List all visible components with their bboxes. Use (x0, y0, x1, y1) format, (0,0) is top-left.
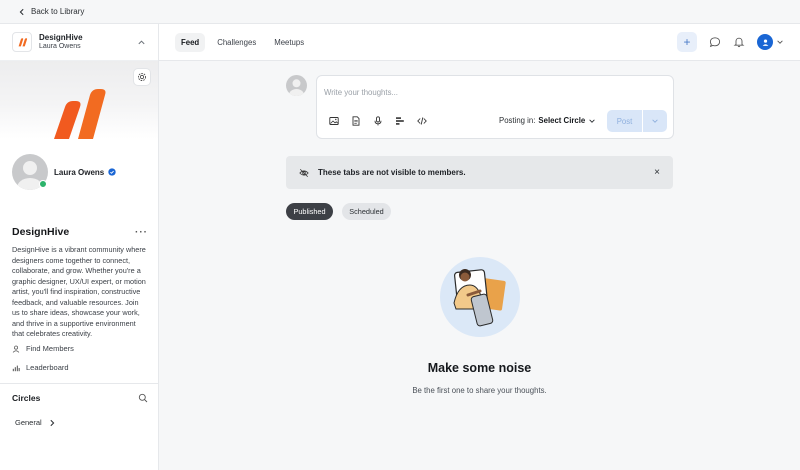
filter-scheduled[interactable]: Scheduled (342, 203, 391, 220)
profile-row[interactable]: Laura Owens (12, 154, 116, 190)
community-title: DesignHive (12, 226, 70, 238)
sidebar-divider (0, 383, 158, 384)
person-icon (12, 345, 20, 353)
post-button[interactable]: Post (607, 110, 642, 132)
owner-name: Laura Owens (39, 42, 81, 50)
user-avatar[interactable] (757, 34, 773, 50)
verified-badge-icon (108, 168, 116, 176)
eye-off-icon (299, 168, 309, 177)
chevron-left-icon (19, 8, 24, 15)
user-menu[interactable] (757, 34, 784, 50)
posting-prefix: Posting in: (499, 116, 536, 125)
community-switcher[interactable]: DesignHive Laura Owens (0, 24, 158, 61)
chevron-up-icon[interactable] (137, 38, 146, 47)
chevron-right-icon (50, 419, 55, 426)
microphone-icon[interactable] (373, 116, 383, 126)
settings-button[interactable] (133, 68, 151, 86)
tab-challenges[interactable]: Challenges (211, 33, 262, 52)
profile-name: Laura Owens (54, 167, 105, 177)
poll-icon[interactable] (395, 116, 405, 126)
more-options-button[interactable]: ··· (135, 227, 148, 238)
chevron-down-icon (589, 118, 595, 123)
online-status-dot (39, 180, 47, 188)
composer-toolbar (329, 116, 427, 126)
leaderboard-link[interactable]: Leaderboard (12, 363, 69, 372)
chevron-down-icon (777, 40, 783, 44)
community-banner (0, 61, 158, 139)
main-header: Feed Challenges Meetups + (159, 24, 800, 61)
composer-input[interactable]: Write your thoughts... (324, 88, 398, 97)
chevron-down-icon (652, 119, 658, 123)
circles-title: Circles (12, 393, 41, 403)
post-composer: Write your thoughts... Posting in: Selec… (316, 75, 674, 139)
document-icon[interactable] (351, 116, 361, 126)
empty-state-illustration (440, 257, 520, 337)
empty-state-title: Make some noise (427, 361, 532, 375)
circles-header: Circles (12, 393, 148, 403)
filter-published[interactable]: Published (286, 203, 333, 220)
top-bar: Back to Library (0, 0, 800, 24)
community-info: DesignHive ··· DesignHive is a vibrant c… (12, 226, 148, 340)
tab-bar: Feed Challenges Meetups (175, 32, 310, 52)
visibility-notice: These tabs are not visible to members. × (286, 156, 673, 189)
find-members-label: Find Members (26, 344, 74, 353)
community-logo (12, 32, 32, 52)
bell-icon[interactable] (733, 36, 745, 48)
find-members-link[interactable]: Find Members (12, 344, 74, 353)
create-button[interactable]: + (677, 32, 697, 52)
close-icon[interactable]: × (654, 167, 660, 178)
posting-value: Select Circle (538, 116, 586, 125)
composer-avatar (286, 75, 307, 96)
image-icon[interactable] (329, 116, 339, 126)
post-options-button[interactable] (643, 110, 667, 132)
circle-label: General (15, 418, 42, 427)
bar-chart-icon (12, 365, 20, 371)
community-description: DesignHive is a vibrant community where … (12, 245, 146, 338)
tab-meetups[interactable]: Meetups (268, 33, 310, 52)
code-icon[interactable] (417, 116, 427, 126)
empty-state-subtitle: Be the first one to share your thoughts. (412, 386, 547, 395)
tab-feed[interactable]: Feed (175, 32, 206, 52)
sidebar: DesignHive Laura Owens Laura Owens Desig… (0, 24, 159, 470)
designhive-logo-icon (18, 37, 27, 46)
default-avatar-icon (289, 79, 304, 96)
leaderboard-label: Leaderboard (26, 363, 69, 372)
back-to-library-link[interactable]: Back to Library (18, 7, 84, 16)
user-icon (762, 39, 768, 46)
notice-text: These tabs are not visible to members. (318, 168, 466, 177)
circle-selector[interactable]: Posting in: Select Circle (499, 116, 596, 125)
gear-icon (137, 72, 147, 82)
chat-icon[interactable] (709, 36, 721, 48)
back-label: Back to Library (31, 7, 85, 16)
search-icon[interactable] (138, 393, 148, 403)
circle-item-general[interactable]: General (15, 418, 56, 427)
designhive-banner-logo (54, 89, 106, 139)
community-name: DesignHive (39, 33, 83, 42)
